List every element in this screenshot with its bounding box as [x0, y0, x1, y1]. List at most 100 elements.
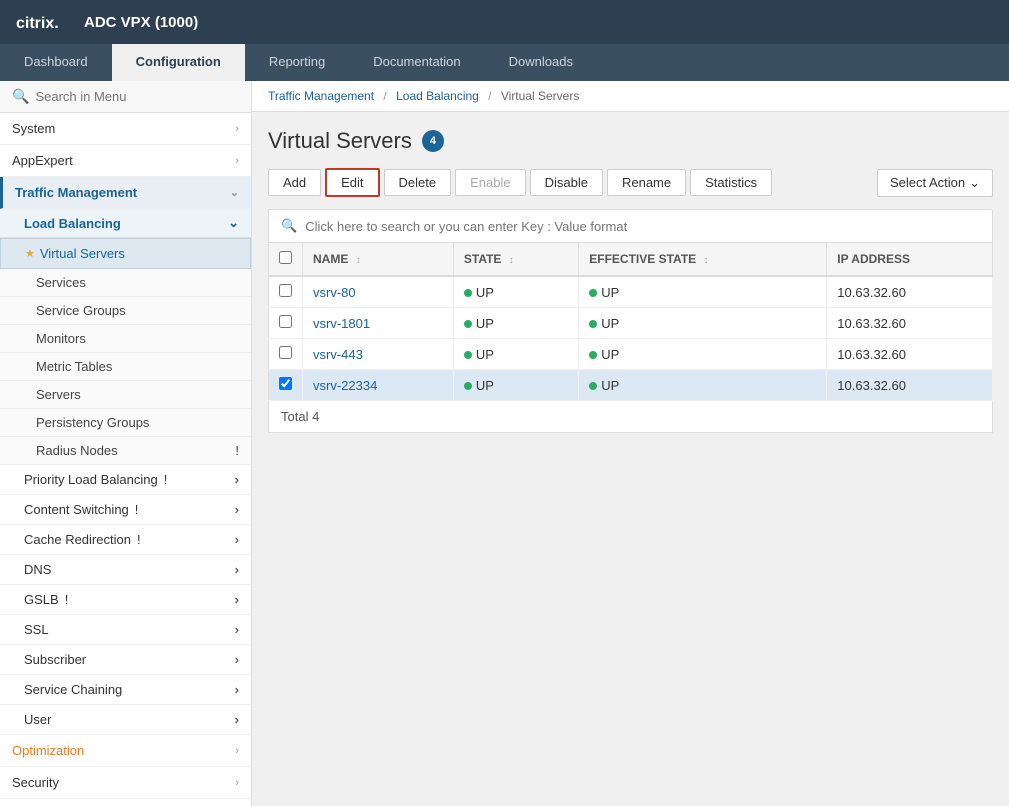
- row-state: UP: [453, 339, 578, 370]
- sidebar-item-security-label: Security: [12, 775, 59, 790]
- main-layout: 🔍 System › AppExpert › Traffic Managemen…: [0, 81, 1009, 806]
- sidebar-item-monitors[interactable]: Monitors: [0, 325, 251, 353]
- row-effective-state: UP: [579, 370, 827, 401]
- sidebar-item-content-switching[interactable]: Content Switching ! ›: [0, 495, 251, 525]
- sidebar-item-radius-nodes[interactable]: Radius Nodes !: [0, 437, 251, 465]
- sidebar-item-virtual-servers[interactable]: ★ Virtual Servers: [0, 238, 251, 269]
- row-ip: 10.63.32.60: [827, 276, 993, 308]
- tab-dashboard[interactable]: Dashboard: [0, 44, 112, 81]
- row-checkbox-cell: [269, 370, 303, 401]
- row-name: vsrv-443: [303, 339, 454, 370]
- row-ip: 10.63.32.60: [827, 370, 993, 401]
- disable-button[interactable]: Disable: [530, 169, 603, 196]
- search-icon: 🔍: [281, 218, 297, 234]
- enable-button[interactable]: Enable: [455, 169, 525, 196]
- select-action-button[interactable]: Select Action ⌄: [877, 169, 993, 197]
- breadcrumb: Traffic Management / Load Balancing / Vi…: [252, 81, 1009, 112]
- chevron-right-icon: ›: [235, 472, 239, 487]
- sidebar-item-content-switching-label: Content Switching: [24, 502, 129, 517]
- row-checkbox[interactable]: [279, 284, 292, 297]
- warn-badge-gslb: !: [65, 592, 69, 607]
- table-search-bar[interactable]: 🔍: [268, 209, 993, 243]
- tab-downloads[interactable]: Downloads: [485, 44, 597, 81]
- sidebar-item-traffic-management[interactable]: Traffic Management ⌄: [0, 177, 251, 209]
- chevron-right-icon: ›: [235, 502, 239, 517]
- row-checkbox-cell: [269, 276, 303, 308]
- sidebar-item-monitors-label: Monitors: [36, 331, 86, 346]
- total-count-val: 4: [312, 409, 319, 424]
- table-search-input[interactable]: [305, 219, 980, 234]
- row-ip: 10.63.32.60: [827, 308, 993, 339]
- chevron-down-icon: ⌄: [969, 175, 980, 191]
- sidebar-item-gslb[interactable]: GSLB ! ›: [0, 585, 251, 615]
- sidebar-item-services[interactable]: Services: [0, 269, 251, 297]
- sidebar-item-metric-tables[interactable]: Metric Tables: [0, 353, 251, 381]
- sidebar-search-box[interactable]: 🔍: [0, 81, 251, 113]
- status-dot-eff-up: [589, 289, 597, 297]
- sidebar-item-radius-nodes-label: Radius Nodes: [36, 443, 118, 458]
- search-icon: 🔍: [12, 88, 29, 105]
- edit-button[interactable]: Edit: [325, 168, 379, 197]
- table-row[interactable]: vsrv-443UPUP10.63.32.60: [269, 339, 993, 370]
- table-row[interactable]: vsrv-22334UPUP10.63.32.60: [269, 370, 993, 401]
- sidebar-item-load-balancing-label: Load Balancing: [24, 216, 121, 231]
- sort-icon: ↕: [704, 255, 709, 266]
- sidebar-item-service-chaining[interactable]: Service Chaining ›: [0, 675, 251, 705]
- chevron-right-icon: ›: [235, 562, 239, 577]
- table-row[interactable]: vsrv-80UPUP10.63.32.60: [269, 276, 993, 308]
- sidebar-item-ssl[interactable]: SSL ›: [0, 615, 251, 645]
- sidebar-item-service-groups[interactable]: Service Groups: [0, 297, 251, 325]
- star-icon: ★: [25, 247, 35, 260]
- sidebar-item-persistency-groups[interactable]: Persistency Groups: [0, 409, 251, 437]
- sidebar-item-priority-lb[interactable]: Priority Load Balancing ! ›: [0, 465, 251, 495]
- sidebar-item-dns[interactable]: DNS ›: [0, 555, 251, 585]
- sidebar-sub-load-balancing: Load Balancing ⌄ ★ Virtual Servers Servi…: [0, 209, 251, 465]
- table-header-checkbox: [269, 243, 303, 276]
- breadcrumb-virtual-servers: Virtual Servers: [501, 89, 579, 103]
- sidebar-item-optimization[interactable]: Optimization ›: [0, 735, 251, 767]
- sidebar-item-load-balancing[interactable]: Load Balancing ⌄: [0, 209, 251, 238]
- sidebar-item-appexpert[interactable]: AppExpert ›: [0, 145, 251, 177]
- sidebar-item-system[interactable]: System ›: [0, 113, 251, 145]
- status-dot-up: [464, 320, 472, 328]
- sort-icon: ↕: [509, 255, 514, 266]
- select-all-checkbox[interactable]: [279, 251, 292, 264]
- sidebar-item-servers[interactable]: Servers: [0, 381, 251, 409]
- table-row[interactable]: vsrv-1801UPUP10.63.32.60: [269, 308, 993, 339]
- breadcrumb-load-balancing[interactable]: Load Balancing: [396, 89, 479, 103]
- page-content: Virtual Servers 4 Add Edit Delete Enable…: [252, 112, 1009, 449]
- tab-reporting[interactable]: Reporting: [245, 44, 349, 81]
- status-dot-eff-up: [589, 351, 597, 359]
- total-row: Total 4: [268, 401, 993, 433]
- page-title-row: Virtual Servers 4: [268, 128, 993, 154]
- chevron-right-icon: ›: [235, 745, 239, 757]
- warn-badge-cache-redirection: !: [137, 532, 141, 547]
- status-dot-up: [464, 289, 472, 297]
- sidebar-item-service-chaining-label: Service Chaining: [24, 682, 122, 697]
- rename-button[interactable]: Rename: [607, 169, 686, 196]
- sidebar-item-security[interactable]: Security ›: [0, 767, 251, 799]
- content-area: Traffic Management / Load Balancing / Vi…: [252, 81, 1009, 806]
- sidebar-item-user[interactable]: User ›: [0, 705, 251, 735]
- chevron-down-icon: ⌄: [230, 186, 239, 199]
- tab-documentation[interactable]: Documentation: [349, 44, 484, 81]
- sidebar-item-cache-redirection[interactable]: Cache Redirection ! ›: [0, 525, 251, 555]
- sidebar-item-subscriber[interactable]: Subscriber ›: [0, 645, 251, 675]
- top-header: citrix. ADC VPX (1000): [0, 0, 1009, 44]
- sidebar-item-traffic-management-label: Traffic Management: [15, 185, 137, 200]
- delete-button[interactable]: Delete: [384, 169, 452, 196]
- sidebar-item-user-label: User: [24, 712, 51, 727]
- search-input[interactable]: [35, 89, 239, 104]
- statistics-button[interactable]: Statistics: [690, 169, 772, 196]
- row-checkbox[interactable]: [279, 346, 292, 359]
- sidebar-item-subscriber-label: Subscriber: [24, 652, 86, 667]
- chevron-down-icon: ⌄: [228, 215, 239, 231]
- brand: citrix. ADC VPX (1000): [16, 10, 198, 34]
- citrix-logo-icon: citrix.: [16, 10, 76, 34]
- add-button[interactable]: Add: [268, 169, 321, 196]
- tab-configuration[interactable]: Configuration: [112, 44, 245, 81]
- chevron-right-icon: ›: [235, 123, 239, 135]
- breadcrumb-traffic-management[interactable]: Traffic Management: [268, 89, 374, 103]
- row-checkbox[interactable]: [279, 377, 292, 390]
- row-checkbox[interactable]: [279, 315, 292, 328]
